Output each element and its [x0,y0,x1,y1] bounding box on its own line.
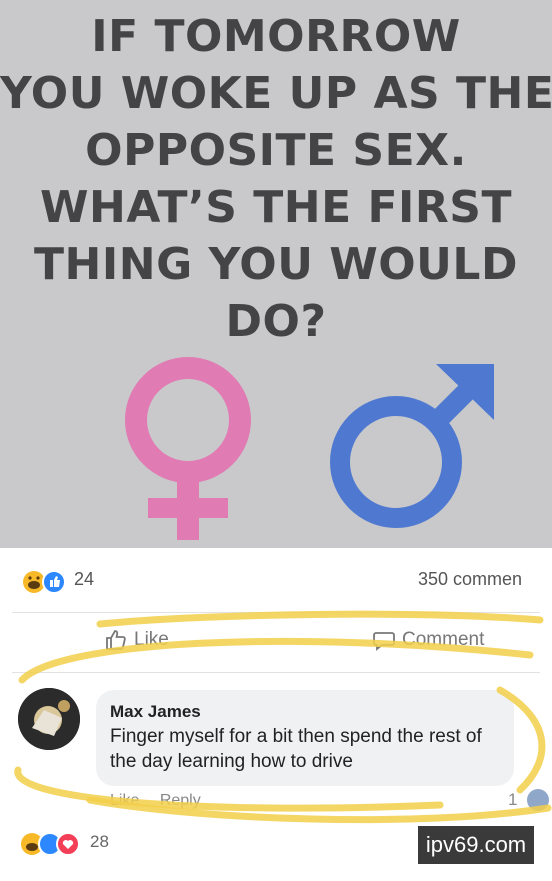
headline-line: OPPOSITE SEX. [85,125,467,176]
headline-line: IF TOMORROW [91,11,461,62]
reactions-icon[interactable] [20,832,84,856]
avatar[interactable] [18,688,80,750]
headline-line: YOU WOKE UP AS THE [0,68,552,119]
post-image-headline: IF TOMORROW YOU WOKE UP AS THE OPPOSITE … [0,8,552,350]
comment-like-link[interactable]: Like [110,792,139,809]
post-image[interactable]: IF TOMORROW YOU WOKE UP AS THE OPPOSITE … [0,0,552,548]
avatar-image [18,688,80,750]
like-button[interactable]: Like [104,628,169,652]
post-actions: Like Comment [0,618,552,668]
reactions-icon[interactable] [22,570,70,594]
comment-button[interactable]: Comment [372,628,484,652]
male-symbol-icon [330,364,494,528]
female-symbol-icon [125,357,251,540]
comment-text: Finger myself for a bit then spend the r… [110,726,482,772]
comment-reaction-icon [527,789,549,811]
comment-author[interactable]: Max James [110,702,201,722]
comment-actions: Like Reply [110,792,217,810]
watermark: ipv69.com [418,826,534,864]
comment-reply-link[interactable]: Reply [160,792,201,809]
comment-label: Comment [402,629,485,650]
comment-reaction-count[interactable]: 1 [508,790,517,810]
thumbs-up-icon [106,630,126,650]
headline-line: THING YOU WOULD [34,239,518,290]
divider [12,672,540,673]
like-label: Like [134,629,169,650]
post-stats: 24 350 commen [0,558,552,604]
divider [12,612,540,613]
reaction-count[interactable]: 28 [90,832,109,852]
gender-symbols [125,357,494,540]
comment-bubble[interactable]: Max James Finger myself for a bit then s… [96,690,514,786]
comment-bubble-icon [373,632,395,651]
headline-line: WHAT’S THE FIRST [40,182,512,233]
reaction-count[interactable]: 24 [74,569,94,590]
comments-count[interactable]: 350 commen [418,569,522,590]
